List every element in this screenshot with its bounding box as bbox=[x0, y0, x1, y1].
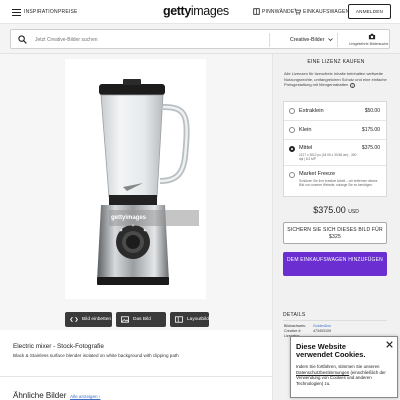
camera-icon[interactable] bbox=[368, 33, 376, 40]
cart-icon[interactable] bbox=[294, 8, 301, 15]
menu-icon[interactable] bbox=[12, 9, 21, 16]
details-divider bbox=[283, 320, 387, 321]
blender-jar bbox=[100, 94, 164, 198]
nav-pinboards[interactable]: PINNWÄNDE bbox=[262, 9, 294, 15]
image-icon bbox=[121, 316, 129, 323]
size-name: Market Freeze bbox=[299, 171, 336, 177]
size-name: Mittel bbox=[299, 145, 313, 151]
buy-image-button[interactable]: Das Bild kaufen bbox=[116, 312, 166, 337]
size-meta: 2127 x 3612 px (18.06 x 30.58 cm) - 300 … bbox=[299, 153, 357, 162]
add-to-cart-button[interactable]: DEM EINKAUFSWAGEN HINZUFÜGEN bbox=[283, 252, 387, 276]
search-box: Creative-Bilder Umgekehrte Bildersuche bbox=[10, 29, 390, 49]
embed-image-button[interactable]: Bild einbetten bbox=[65, 312, 112, 327]
detail-label: Creative #: bbox=[284, 329, 302, 333]
cookie-text-1: Indem Sie fortfahren, stimmen Sie unsere… bbox=[296, 364, 380, 369]
size-name: Klein bbox=[299, 127, 312, 133]
gettyimages-logo[interactable]: gettyimages bbox=[163, 4, 229, 18]
cookie-text: Indem Sie fortfahren, stimmen Sie unsere… bbox=[296, 364, 396, 386]
asset-subtitle: Black & Stainless surface blender isolat… bbox=[13, 353, 179, 358]
search-divider bbox=[269, 33, 270, 47]
radio-button[interactable] bbox=[289, 108, 295, 114]
size-options: Extraklein $50.00 Klein $175.00 Mittel $… bbox=[283, 101, 387, 197]
price-value: $375.00 bbox=[313, 205, 346, 215]
see-all-link[interactable]: Alle anzeigen › bbox=[70, 394, 100, 399]
cookie-banner: Diese Website verwendet Cookies. Indem S… bbox=[290, 336, 398, 398]
nav-inspiration[interactable]: INSPIRATION bbox=[24, 9, 58, 15]
cookie-title: Diese Website verwendet Cookies. bbox=[296, 342, 366, 360]
radio-button-selected[interactable] bbox=[289, 146, 295, 152]
privacy-policy-link[interactable]: Datenschutzbestimmungen bbox=[296, 370, 349, 375]
watermark: gettyimages bbox=[109, 210, 199, 226]
close-icon[interactable] bbox=[386, 341, 393, 348]
details-heading: DETAILS bbox=[283, 312, 306, 318]
nav-preise[interactable]: PREISE bbox=[58, 9, 78, 15]
size-price: $175.00 bbox=[361, 127, 380, 133]
similar-images-heading: Ähnliche Bilder bbox=[13, 391, 67, 400]
info-icon[interactable]: i bbox=[350, 82, 356, 88]
search-bar-area: Creative-Bilder Umgekehrte Bildersuche bbox=[0, 24, 400, 54]
detail-value: 473493109 bbox=[313, 329, 331, 333]
price-currency: USD bbox=[348, 209, 359, 215]
pinboard-icon[interactable] bbox=[253, 8, 260, 15]
size-meta: Schützen Sie Ihre kreative Arbeit – wir … bbox=[299, 179, 378, 188]
logo-bold: getty bbox=[163, 4, 191, 18]
search-icon[interactable] bbox=[18, 35, 27, 44]
detail-value-link[interactable]: GoldenDon bbox=[313, 324, 331, 328]
search-input[interactable] bbox=[35, 34, 265, 45]
radio-button[interactable] bbox=[289, 172, 295, 178]
license-description-text: Alle Lizenzen für lizenzfreie Inhalte be… bbox=[284, 71, 387, 88]
chevron-down-icon[interactable] bbox=[328, 37, 333, 42]
license-description: Alle Lizenzen für lizenzfreie Inhalte be… bbox=[284, 71, 390, 88]
size-option-klein[interactable]: Klein $175.00 bbox=[284, 121, 386, 140]
blender-illustration bbox=[97, 79, 190, 285]
nav-cart[interactable]: EINKAUFSWAGEN bbox=[303, 9, 349, 15]
detail-creative-number: Creative #: 473493109 bbox=[284, 329, 331, 333]
top-navigation-bar: INSPIRATION PREISE gettyimages PINNWÄNDE… bbox=[0, 0, 400, 24]
blender-lid bbox=[99, 84, 165, 95]
section-divider bbox=[0, 376, 272, 377]
reverse-image-search-label[interactable]: Umgekehrte Bildersuche bbox=[349, 42, 388, 46]
code-icon bbox=[70, 316, 78, 323]
asset-title: Electric mixer - Stock-Fotografie bbox=[13, 343, 104, 350]
secure-image-button[interactable]: SICHERN SIE SICH DIESES BILD FÜR $325 bbox=[283, 222, 387, 244]
license-heading: EINE LIZENZ KAUFEN bbox=[307, 59, 365, 65]
size-name: Extraklein bbox=[299, 108, 324, 114]
size-price: $50.00 bbox=[364, 108, 380, 114]
comp-image-label: Layoutbild bbox=[187, 317, 209, 322]
detail-label: Bildnachweis: bbox=[284, 324, 306, 328]
size-option-market-freeze[interactable]: Market Freeze Schützen Sie Ihre kreative… bbox=[284, 166, 386, 196]
logo-light: images bbox=[190, 4, 229, 18]
size-option-mittel[interactable]: Mittel $375.00 2127 x 3612 px (18.06 x 3… bbox=[284, 140, 386, 166]
size-price: $375.00 bbox=[361, 145, 380, 151]
comp-image-button[interactable]: Layoutbild bbox=[170, 312, 209, 327]
search-divider-2 bbox=[337, 33, 338, 47]
selected-price: $375.00 USD bbox=[272, 205, 400, 215]
search-type-select[interactable]: Creative-Bilder bbox=[290, 37, 324, 43]
size-option-extraklein[interactable]: Extraklein $50.00 bbox=[284, 102, 386, 121]
product-image[interactable]: gettyimages bbox=[65, 59, 206, 299]
detail-credit: Bildnachweis: GoldenDon bbox=[284, 324, 331, 328]
login-button[interactable]: ANMELDEN bbox=[348, 4, 391, 19]
radio-button[interactable] bbox=[289, 127, 295, 133]
embed-image-label: Bild einbetten bbox=[82, 317, 112, 322]
layout-icon bbox=[175, 316, 183, 323]
